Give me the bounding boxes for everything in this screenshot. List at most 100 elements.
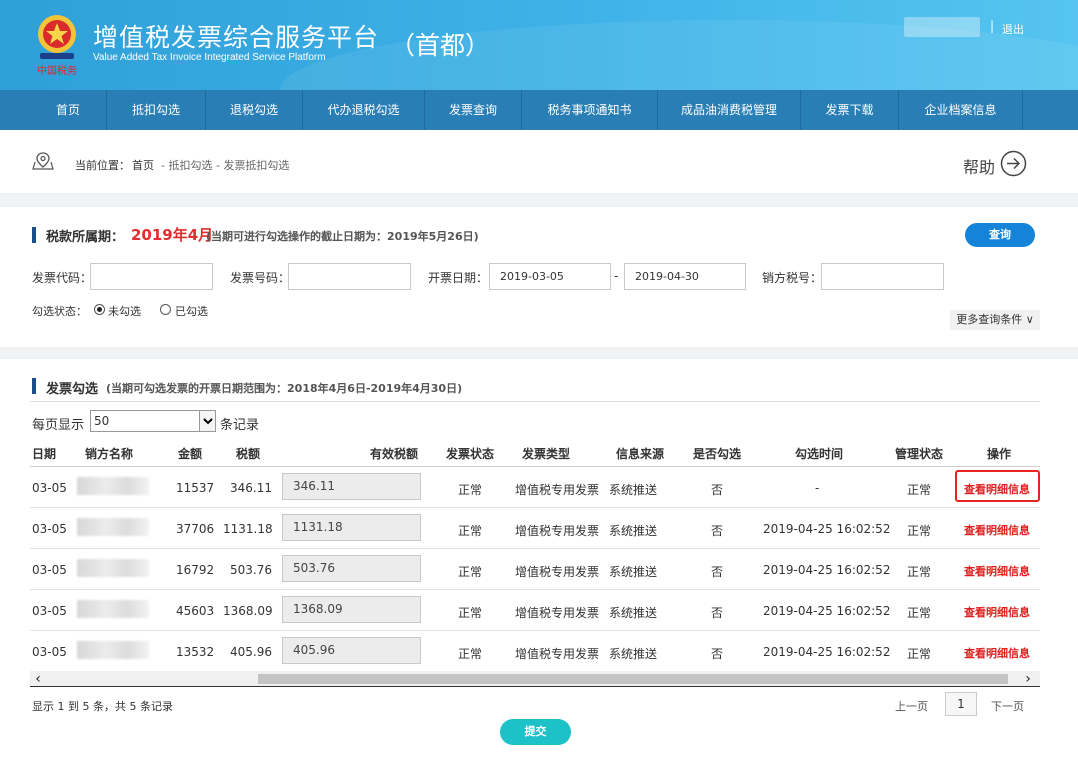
pagination-summary: 显示 1 到 5 条，共 5 条记录 [32,700,173,713]
seller-name-redacted [77,600,149,618]
per-page-suffix: 条记录 [220,418,260,433]
breadcrumb-bar: 当前位置： 首页 - 抵扣勾选 - 发票抵扣勾选 帮助 [0,130,1078,193]
seller-tax-id-label: 销方税号： [762,271,823,285]
effective-tax-input[interactable]: 1368.09 [282,596,421,623]
table-row: 03-05 37706 1131.18 1131.18 正常 增值税专用发票 系… [30,508,1040,549]
invoice-number-input[interactable] [288,263,411,290]
cell-amount: 37706 [176,522,215,536]
arrow-right-circle-icon[interactable] [1000,150,1027,177]
app-title-english: Value Added Tax Invoice Integrated Servi… [93,52,326,63]
nav-tab-tax-notice[interactable]: 税务事项通知书 [522,90,657,130]
app-title: 增值税发票综合服务平台 [93,23,380,52]
cell-selected: 否 [711,483,724,497]
view-details-link[interactable]: 查看明细信息 [964,563,1030,579]
cell-date: 03-05 [32,645,67,659]
view-details-link[interactable]: 查看明细信息 [964,604,1030,620]
column-header-manage-status: 管理状态 [895,447,944,461]
effective-tax-input[interactable]: 405.96 [282,637,421,664]
svg-text:中国税务: 中国税务 [37,64,77,77]
invoice-section-note: (当期可勾选发票的开票日期范围为：2018年4月6日-2019年4月30日) [106,382,463,395]
per-page-label: 每页显示 [32,418,85,433]
help-link[interactable]: 帮助 [963,154,995,178]
date-to-input[interactable]: 2019-04-30 [624,263,746,290]
cell-invoice-type: 增值税专用发票 [515,647,600,661]
nav-tab-agent-refund-select[interactable]: 代办退税勾选 [303,90,424,130]
nav-tab-invoice-query[interactable]: 发票查询 [425,90,521,130]
nav-divider [1022,90,1023,130]
page-number-button[interactable]: 1 [945,692,977,716]
cell-invoice-type: 增值税专用发票 [515,524,600,538]
cell-select-time: 2019-04-25 16:02:52 [763,563,891,577]
breadcrumb-path: - 抵扣勾选 - 发票抵扣勾选 [161,159,290,172]
cell-select-time: - [815,481,820,495]
per-page-select[interactable]: 50 [90,410,216,432]
radio-unchecked-option[interactable] [94,304,105,315]
effective-tax-input[interactable]: 1131.18 [282,514,421,541]
column-header-date: 日期 [32,447,57,461]
cell-select-time: 2019-04-25 16:02:52 [763,522,891,536]
scroll-right-icon[interactable]: › [1020,671,1036,687]
effective-tax-input[interactable]: 346.11 [282,473,421,500]
invoice-number-label: 发票号码： [230,271,291,285]
main-nav: 首页 抵扣勾选 退税勾选 代办退税勾选 发票查询 税务事项通知书 成品油消费税管… [0,90,1078,130]
next-page-button[interactable]: 下一页 [991,698,1024,714]
search-button[interactable]: 查询 [965,223,1035,247]
view-details-link[interactable]: 查看明细信息 [964,522,1030,538]
column-header-select-time: 勾选时间 [795,447,844,461]
seller-tax-id-input[interactable] [821,263,944,290]
breadcrumb-home-link[interactable]: 首页 [132,157,154,173]
invoice-code-label: 发票代码： [32,271,93,285]
app-header: 中国税务 增值税发票综合服务平台 Value Added Tax Invoice… [0,0,1078,90]
previous-page-button[interactable]: 上一页 [895,698,928,714]
column-header-action: 操作 [987,447,1012,461]
table-row: 03-05 13532 405.96 405.96 正常 增值税专用发票 系统推… [30,631,1040,672]
scroll-left-icon[interactable]: ‹ [30,671,46,687]
column-header-invoice-status: 发票状态 [446,447,495,461]
nav-tab-company-profile[interactable]: 企业档案信息 [899,90,1022,130]
seller-name-redacted [77,559,149,577]
issue-date-label: 开票日期： [428,271,489,285]
cell-amount: 11537 [176,481,215,495]
cell-amount: 45603 [176,604,215,618]
cell-selected: 否 [711,524,724,538]
submit-button[interactable]: 提交 [500,719,571,745]
cell-source: 系统推送 [609,606,658,620]
radio-checked-option[interactable] [160,304,171,315]
cell-invoice-type: 增值税专用发票 [515,565,600,579]
cell-date: 03-05 [32,604,67,618]
nav-tab-invoice-download[interactable]: 发票下载 [801,90,898,130]
horizontal-scrollbar[interactable]: ‹ › [30,671,1040,687]
date-from-input[interactable]: 2019-03-05 [489,263,611,290]
logout-link[interactable]: 退出 [1002,21,1024,37]
invoice-code-input[interactable] [90,263,213,290]
nav-tab-deduction-select[interactable]: 抵扣勾选 [107,90,205,130]
view-details-link[interactable]: 查看明细信息 [964,481,1030,497]
select-status-label: 勾选状态： [32,305,87,318]
view-details-link[interactable]: 查看明细信息 [964,645,1030,661]
nav-tab-refund-select[interactable]: 退税勾选 [206,90,302,130]
nav-tab-oil-tax[interactable]: 成品油消费税管理 [658,90,800,130]
radio-unchecked-label[interactable]: 未勾选 [108,303,141,319]
cell-invoice-type: 增值税专用发票 [515,483,600,497]
cell-tax: 346.11 [230,481,272,495]
cell-source: 系统推送 [609,647,658,661]
cell-source: 系统推送 [609,483,658,497]
more-conditions-toggle[interactable]: 更多查询条件 ∨ [950,310,1040,330]
scrollbar-thumb[interactable] [258,674,1008,684]
cell-manage-status: 正常 [907,483,932,497]
divider [30,401,1040,402]
date-range-separator: - [614,269,619,283]
radio-checked-label[interactable]: 已勾选 [175,303,208,319]
tax-period-note: (当期可进行勾选操作的截止日期为：2019年5月26日) [206,230,479,243]
seller-name-redacted [77,518,149,536]
location-icon [32,152,54,170]
nav-tab-home[interactable]: 首页 [30,90,106,130]
cell-tax: 1131.18 [223,522,273,536]
seller-name-redacted [77,477,149,495]
column-header-effective-tax: 有效税额 [370,447,419,461]
cell-date: 03-05 [32,481,67,495]
effective-tax-input[interactable]: 503.76 [282,555,421,582]
cell-manage-status: 正常 [907,524,932,538]
cell-selected: 否 [711,647,724,661]
column-header-amount: 金额 [178,447,203,461]
